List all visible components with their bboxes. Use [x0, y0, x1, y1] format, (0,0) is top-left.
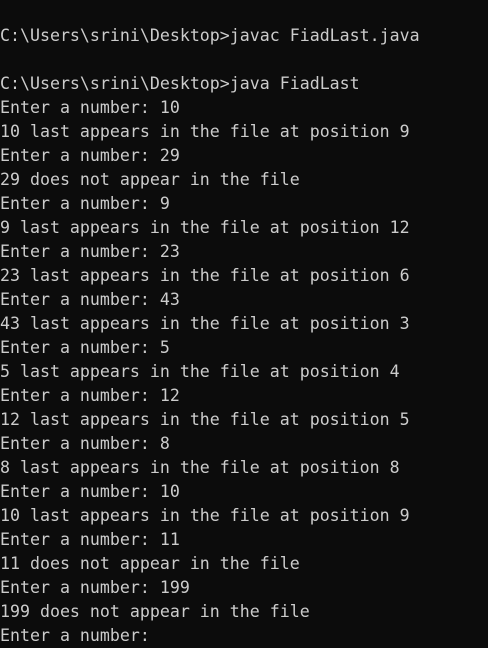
active-prompt-line[interactable]: Enter a number:	[0, 624, 488, 648]
output-line: 23 last appears in the file at position …	[0, 266, 410, 285]
command-line: C:\Users\srini\Desktop>javac FiadLast.ja…	[0, 26, 420, 45]
output-line: 10 last appears in the file at position …	[0, 506, 410, 525]
prompt-line: Enter a number: 199	[0, 578, 190, 597]
output-line: 12 last appears in the file at position …	[0, 410, 410, 429]
prompt-line: Enter a number: 10	[0, 482, 180, 501]
output-line: 11 does not appear in the file	[0, 554, 300, 573]
prompt-line: Enter a number: 10	[0, 98, 180, 117]
prompt-line: Enter a number: 8	[0, 434, 170, 453]
output-line: 43 last appears in the file at position …	[0, 314, 410, 333]
output-line: 29 does not appear in the file	[0, 170, 300, 189]
output-line: 199 does not appear in the file	[0, 602, 310, 621]
command-line: C:\Users\srini\Desktop>java FiadLast	[0, 74, 360, 93]
output-line: 8 last appears in the file at position 8	[0, 458, 400, 477]
prompt-line: Enter a number: 43	[0, 290, 180, 309]
output-line: 10 last appears in the file at position …	[0, 122, 410, 141]
output-line: 9 last appears in the file at position 1…	[0, 218, 410, 237]
prompt-line: Enter a number: 29	[0, 146, 180, 165]
prompt-line: Enter a number: 9	[0, 194, 170, 213]
prompt-line: Enter a number: 5	[0, 338, 170, 357]
output-line: 5 last appears in the file at position 4	[0, 362, 400, 381]
prompt-line: Enter a number: 11	[0, 530, 180, 549]
terminal-window[interactable]: C:\Users\srini\Desktop>javac FiadLast.ja…	[0, 0, 488, 645]
prompt-line: Enter a number: 12	[0, 386, 180, 405]
prompt-line: Enter a number: 23	[0, 242, 180, 261]
